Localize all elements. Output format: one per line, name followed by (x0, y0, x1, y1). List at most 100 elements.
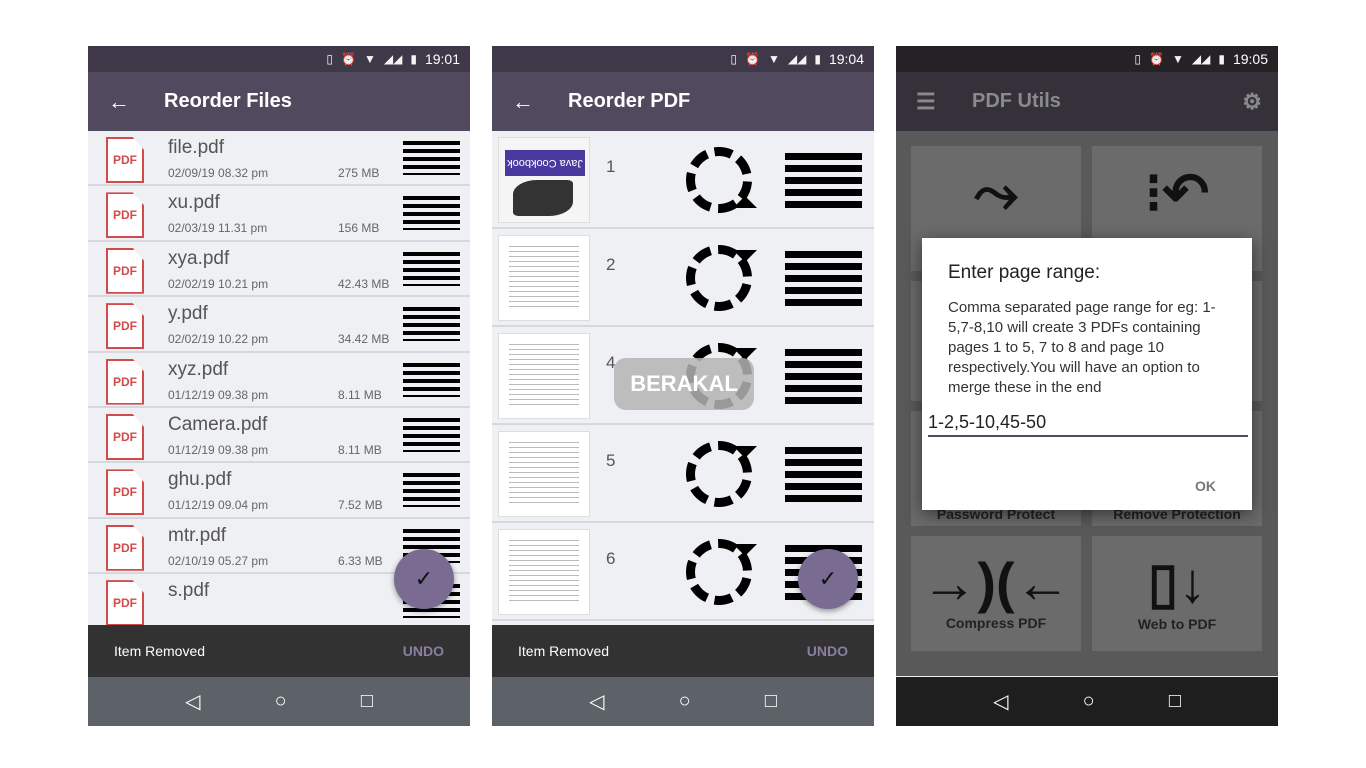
ok-button[interactable]: OK (1195, 478, 1216, 494)
file-size: 275 MB (338, 166, 380, 180)
drag-handle-icon[interactable] (403, 362, 460, 397)
undo-button[interactable]: UNDO (807, 643, 848, 659)
file-list-item[interactable]: PDF y.pdf 02/02/19 10.22 pm 34.42 MB (88, 297, 470, 353)
pdf-file-icon: PDF (106, 137, 144, 183)
confirm-fab-button[interactable]: ✓ (798, 549, 858, 609)
file-list-item[interactable]: PDF xu.pdf 02/03/19 11.31 pm 156 MB (88, 186, 470, 242)
pdf-file-icon: PDF (106, 192, 144, 239)
recents-nav-icon[interactable]: □ (765, 690, 777, 713)
toolbar: ☰ PDF Utils ⚙ (896, 72, 1278, 131)
recents-nav-icon[interactable]: □ (1169, 690, 1181, 713)
cover-title: Java Cookbook (505, 150, 585, 176)
page-range-input[interactable] (928, 410, 1248, 437)
home-nav-icon[interactable]: ○ (1083, 690, 1095, 713)
page-list-item[interactable]: 2 (492, 229, 874, 327)
page-title: PDF Utils (972, 90, 1061, 112)
back-arrow-icon[interactable]: ← (512, 89, 568, 115)
file-list-item[interactable]: PDF file.pdf 02/09/19 08.32 pm 275 MB (88, 131, 470, 187)
clock: 19:01 (424, 51, 460, 67)
web-to-pdf-tile[interactable]: ▯↓ Web to PDF (1092, 536, 1262, 651)
file-size: 156 MB (338, 221, 380, 236)
nav-bar: ◁ ○ □ (896, 677, 1278, 726)
rotate-icon[interactable] (686, 147, 752, 213)
toolbar: ← Reorder PDF (492, 72, 874, 131)
page-number: 2 (606, 255, 616, 274)
pdf-file-icon: PDF (106, 247, 144, 294)
drag-handle-icon[interactable] (403, 251, 460, 286)
file-list-item[interactable]: PDF ghu.pdf 01/12/19 09.04 pm 7.52 MB (88, 463, 470, 519)
drag-handle-icon[interactable] (785, 349, 862, 405)
menu-icon[interactable]: ☰ (916, 89, 972, 115)
home-nav-icon[interactable]: ○ (275, 690, 287, 713)
alarm-icon: ⏰ (341, 52, 356, 66)
pdf-file-icon: PDF (106, 358, 144, 405)
rotate-icon[interactable] (686, 539, 757, 605)
check-icon: ✓ (818, 566, 838, 591)
drag-handle-icon[interactable] (403, 141, 460, 175)
battery-icon: ▮ (1218, 52, 1225, 66)
rotate-icon[interactable] (686, 441, 757, 507)
file-list-item[interactable]: PDF xya.pdf 02/02/19 10.21 pm 42.43 MB (88, 242, 470, 298)
file-size: 7.52 MB (338, 498, 383, 513)
file-list-item[interactable]: PDF xyz.pdf 01/12/19 09.38 pm 8.11 MB (88, 353, 470, 408)
back-nav-icon[interactable]: ◁ (589, 689, 604, 714)
vibrate-icon: ▯ (730, 52, 738, 66)
back-arrow-icon[interactable]: ← (108, 89, 164, 115)
compress-pdf-tile[interactable]: →)(← Compress PDF (911, 536, 1081, 651)
dialog-message: Comma separated page range for eg: 1-5,7… (948, 299, 1216, 396)
confirm-fab-button[interactable]: ✓ (394, 549, 454, 609)
wifi-icon: ▼ (1171, 52, 1184, 66)
pdf-file-icon: PDF (106, 580, 144, 625)
file-name: mtr.pdf (168, 524, 227, 546)
back-nav-icon[interactable]: ◁ (993, 689, 1008, 714)
drag-handle-icon[interactable] (403, 417, 460, 452)
page-number: 6 (606, 549, 616, 568)
pdf-file-icon: PDF (106, 469, 144, 516)
page-number: 5 (606, 451, 616, 470)
watermark: BERAKAL (614, 358, 754, 410)
file-date: 01/12/19 09.38 pm (168, 442, 269, 457)
battery-icon: ▮ (814, 52, 821, 66)
back-nav-icon[interactable]: ◁ (185, 689, 200, 714)
home-nav-icon[interactable]: ○ (679, 690, 691, 713)
signal-icon: ◢◢ (787, 52, 807, 66)
pdf-file-icon: PDF (106, 413, 144, 460)
file-size: 42.43 MB (338, 276, 390, 291)
status-bar: ▯ ⏰ ▼ ◢◢ ▮ 19:04 (492, 46, 874, 72)
rotate-icon[interactable] (686, 245, 757, 311)
file-date: 02/10/19 05.27 pm (168, 553, 269, 568)
tile-label: Web to PDF (1137, 616, 1217, 632)
recents-nav-icon[interactable]: □ (361, 690, 373, 713)
file-size: 8.11 MB (338, 387, 382, 402)
file-size: 6.33 MB (338, 553, 383, 568)
snackbar: Item Removed UNDO (88, 625, 470, 677)
drag-handle-icon[interactable] (785, 153, 862, 209)
drag-handle-icon[interactable] (403, 473, 460, 508)
gear-icon[interactable]: ⚙ (1242, 89, 1262, 115)
drag-handle-icon[interactable] (403, 307, 460, 342)
vibrate-icon: ▯ (326, 52, 334, 66)
file-name: xu.pdf (168, 192, 220, 214)
page-title: Reorder Files (164, 90, 292, 112)
page-list-item[interactable]: 5 (492, 425, 874, 523)
file-name: xya.pdf (168, 247, 230, 269)
page-title: Reorder PDF (568, 90, 691, 112)
page-thumbnail (498, 431, 590, 517)
page-thumbnail (498, 235, 590, 321)
page-list-item[interactable]: Java Cookbook 1 (492, 131, 874, 229)
file-name: ghu.pdf (168, 469, 232, 491)
undo-button[interactable]: UNDO (403, 643, 444, 659)
drag-handle-icon[interactable] (785, 447, 862, 503)
drag-handle-icon[interactable] (785, 251, 862, 307)
compress-icon: →)(← (921, 551, 1071, 614)
web-to-pdf-icon: ▯↓ (1147, 551, 1207, 614)
drag-handle-icon[interactable] (403, 196, 460, 231)
toolbar: ← Reorder Files (88, 72, 470, 131)
file-name: s.pdf (168, 580, 210, 602)
file-date: 02/03/19 11.31 pm (168, 221, 268, 236)
file-list-item[interactable]: PDF Camera.pdf 01/12/19 09.38 pm 8.11 MB (88, 408, 470, 464)
page-thumbnail (498, 529, 590, 615)
clock: 19:05 (1232, 51, 1268, 67)
file-date: 01/12/19 09.04 pm (168, 498, 269, 513)
check-icon: ✓ (414, 566, 434, 591)
